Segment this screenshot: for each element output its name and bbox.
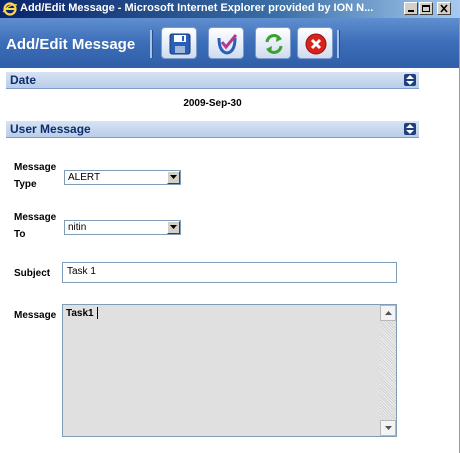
scrollbar-track[interactable]	[380, 321, 396, 420]
message-text: Task1	[66, 308, 94, 319]
scroll-down-button[interactable]	[380, 420, 396, 436]
subject-input[interactable]: Task 1	[62, 262, 397, 283]
scroll-up-button[interactable]	[380, 305, 396, 321]
collapse-date-button[interactable]	[404, 74, 416, 86]
text-caret	[97, 307, 98, 319]
message-type-select[interactable]: ALERT	[64, 170, 181, 185]
message-label: Message	[14, 310, 57, 321]
chevron-down-icon	[170, 175, 177, 179]
subject-label: Subject	[14, 268, 51, 279]
message-type-label: Message Type	[14, 159, 66, 193]
collapse-icon	[406, 75, 414, 85]
date-section-header[interactable]: Date	[6, 72, 419, 89]
message-type-label-line1: Message	[14, 162, 57, 173]
maximize-icon	[422, 5, 430, 12]
scroll-up-icon	[385, 311, 392, 315]
close-icon	[440, 4, 448, 13]
message-to-label-line1: Message	[14, 212, 57, 223]
toolbar-separator	[337, 30, 340, 58]
floppy-disk-icon	[169, 33, 191, 55]
minimize-button[interactable]	[404, 2, 418, 15]
message-to-select[interactable]: nitin	[64, 220, 181, 235]
user-message-section-label: User Message	[10, 122, 91, 136]
validate-button[interactable]	[208, 27, 244, 59]
chevron-down-icon	[170, 225, 177, 229]
message-to-dropdown-button[interactable]	[167, 221, 180, 234]
message-textarea[interactable]: Task1	[62, 304, 397, 437]
form-toolbar: Add/Edit Message	[0, 18, 459, 68]
refresh-button[interactable]	[255, 27, 291, 59]
toolbar-separator	[150, 30, 153, 58]
collapse-user-message-button[interactable]	[404, 123, 416, 135]
message-type-value: ALERT	[68, 172, 101, 183]
message-to-label: Message To	[14, 209, 66, 243]
refresh-icon	[265, 34, 283, 54]
window-title: Add/Edit Message - Microsoft Internet Ex…	[20, 2, 374, 14]
message-type-dropdown-button[interactable]	[167, 171, 180, 184]
message-scrollbar[interactable]	[380, 305, 396, 436]
page-title: Add/Edit Message	[6, 36, 136, 53]
save-button[interactable]	[161, 27, 197, 59]
cancel-button[interactable]	[297, 27, 333, 59]
message-to-label-line2: To	[14, 229, 26, 240]
message-to-value: nitin	[68, 222, 87, 233]
browser-window: Add/Edit Message - Microsoft Internet Ex…	[0, 0, 460, 453]
minimize-icon	[408, 10, 414, 12]
message-type-label-line2: Type	[14, 179, 37, 190]
close-circle-icon	[305, 33, 327, 55]
internet-explorer-icon	[2, 2, 18, 16]
user-message-section-header[interactable]: User Message	[6, 121, 419, 138]
scroll-down-icon	[385, 426, 392, 430]
maximize-button[interactable]	[419, 2, 433, 15]
date-section-label: Date	[10, 73, 37, 87]
collapse-icon	[406, 124, 414, 134]
window-titlebar[interactable]: Add/Edit Message - Microsoft Internet Ex…	[0, 0, 460, 18]
check-icon	[217, 34, 238, 55]
close-window-button[interactable]	[437, 2, 451, 15]
date-value: 2009-Sep-30	[183, 98, 242, 109]
